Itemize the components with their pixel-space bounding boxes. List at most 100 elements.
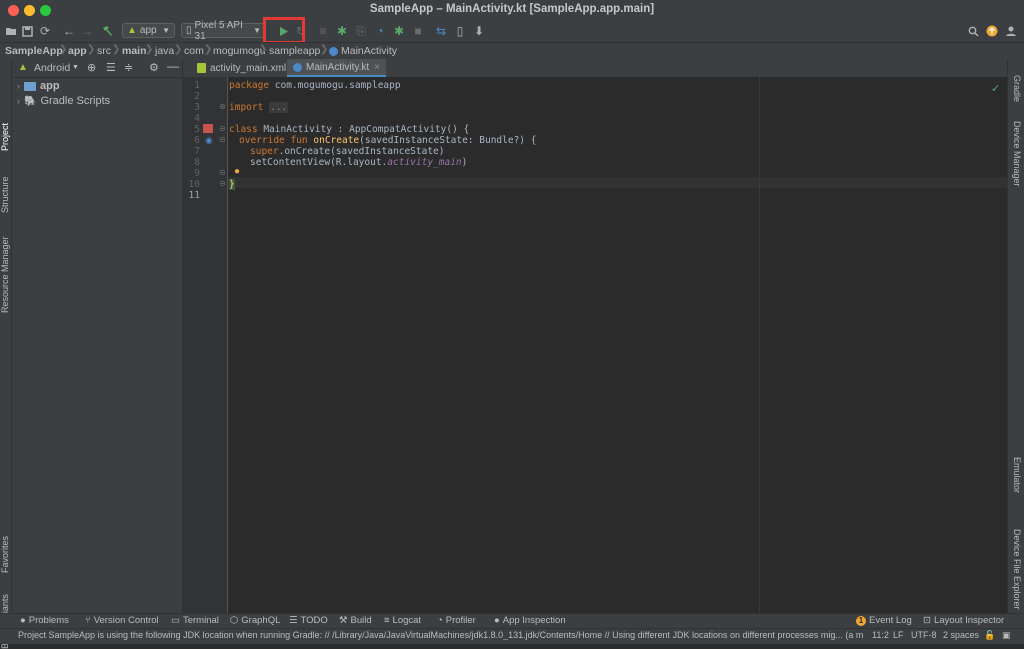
save-icon[interactable] bbox=[20, 23, 34, 39]
fold-icon[interactable]: ⊖ bbox=[219, 135, 226, 144]
device-manager-tool-button[interactable]: Device Manager bbox=[1012, 121, 1022, 187]
apply-code-changes-icon[interactable]: ≡ bbox=[316, 23, 330, 39]
status-bar: Project SampleApp is using the following… bbox=[0, 628, 1024, 644]
coverage-icon[interactable]: ✱ bbox=[392, 23, 406, 39]
fold-icon[interactable]: ⊖ bbox=[219, 124, 226, 133]
terminal-tool-button[interactable]: ▭ Terminal bbox=[171, 615, 219, 626]
breadcrumb-item[interactable]: main bbox=[122, 45, 147, 57]
code-line: override fun onCreate(savedInstanceState… bbox=[239, 135, 537, 146]
structure-tool-button[interactable]: Structure bbox=[0, 176, 10, 213]
override-gutter-icon[interactable]: ◉ bbox=[205, 135, 213, 146]
avd-manager-icon[interactable]: ▯ bbox=[453, 23, 467, 39]
fold-icon[interactable]: ⊖ bbox=[219, 168, 226, 177]
expand-all-icon[interactable]: ≑ bbox=[124, 61, 133, 74]
left-tool-strip: Project Structure Resource Manager Favor… bbox=[0, 59, 12, 649]
breadcrumb-item[interactable]: app bbox=[68, 45, 87, 57]
profile-icon[interactable]: ◔ bbox=[373, 23, 387, 39]
collapse-all-icon[interactable]: ☰ bbox=[106, 61, 116, 74]
breadcrumb-item[interactable]: java bbox=[155, 45, 174, 57]
sync-icon[interactable]: ⟳ bbox=[38, 23, 52, 39]
line-number: 4 bbox=[194, 113, 200, 124]
favorites-tool-button[interactable]: Favorites bbox=[0, 536, 10, 573]
emulator-tool-button[interactable]: Emulator bbox=[1012, 457, 1022, 493]
problems-icon: ● bbox=[20, 615, 26, 626]
line-separator[interactable]: LF bbox=[893, 630, 904, 640]
stop-icon[interactable]: ■ bbox=[411, 23, 425, 39]
resource-manager-tool-button[interactable]: Resource Manager bbox=[0, 236, 10, 313]
gear-icon[interactable]: ⚙ bbox=[149, 61, 159, 74]
memory-indicator-icon[interactable]: ▣ bbox=[1002, 630, 1011, 641]
inspection-ok-icon[interactable]: ✓ bbox=[991, 82, 1000, 95]
project-panel bbox=[12, 59, 183, 613]
app-inspection-tool-button[interactable]: ● App Inspection bbox=[494, 615, 566, 626]
bottom-tool-bar: ● Problems ⑂ Version Control ▭ Terminal ⬡ Gr… bbox=[0, 613, 1024, 629]
back-icon[interactable]: ← bbox=[62, 23, 76, 39]
locate-icon[interactable]: ⊕ bbox=[87, 61, 96, 74]
file-encoding[interactable]: UTF-8 bbox=[911, 630, 937, 640]
xml-file-icon bbox=[197, 63, 206, 73]
profiler-icon: ◔ bbox=[437, 615, 443, 626]
breadcrumb-item[interactable]: src bbox=[97, 45, 111, 57]
run-gutter-icon[interactable] bbox=[203, 124, 213, 133]
project-tool-button[interactable]: Project bbox=[0, 123, 10, 151]
breadcrumb-item[interactable]: mogumogu bbox=[213, 45, 266, 57]
chevron-down-icon: ▼ bbox=[253, 26, 261, 35]
attach-debugger-icon[interactable]: ⎘ bbox=[354, 23, 368, 39]
sdk-manager-icon[interactable]: ⬇ bbox=[472, 23, 486, 39]
problems-tool-button[interactable]: ● Problems bbox=[20, 615, 69, 626]
hammer-icon[interactable] bbox=[100, 23, 114, 39]
code-line: setContentView(R.layout.activity_main) bbox=[250, 157, 468, 168]
graphql-tool-button[interactable]: ⬡ GraphQL bbox=[230, 615, 280, 626]
tree-item-app[interactable]: › app bbox=[17, 80, 60, 92]
indent-setting[interactable]: 2 spaces bbox=[943, 630, 979, 640]
breadcrumb-item[interactable]: sampleapp bbox=[269, 45, 320, 57]
logcat-tool-button[interactable]: ≡ Logcat bbox=[384, 615, 421, 626]
avatar-icon[interactable] bbox=[1004, 23, 1018, 39]
search-icon[interactable] bbox=[966, 23, 980, 39]
version-control-tool-button[interactable]: ⑂ Version Control bbox=[85, 615, 159, 626]
update-icon[interactable] bbox=[985, 23, 999, 39]
line-number: 10 bbox=[188, 179, 200, 190]
caret-position[interactable]: 11:2 bbox=[872, 630, 889, 640]
debug-icon[interactable]: ✱ bbox=[335, 23, 349, 39]
line-number: 1 bbox=[194, 80, 200, 91]
tab-mainactivity-kt[interactable]: MainActivity.kt × bbox=[287, 59, 387, 77]
code-line: import ... bbox=[229, 102, 289, 113]
line-number: 9 bbox=[194, 168, 200, 179]
chevron-right-icon: › bbox=[17, 81, 20, 91]
todo-tool-button[interactable]: ☰ TODO bbox=[289, 615, 328, 626]
lock-icon[interactable]: 🔓 bbox=[984, 630, 995, 641]
hide-icon[interactable]: — bbox=[167, 59, 179, 73]
device-select[interactable]: ▯ Pixel 5 API 31 ▼ bbox=[181, 20, 266, 42]
window-title: SampleApp – MainActivity.kt [SampleApp.a… bbox=[369, 3, 655, 15]
gradle-tool-button[interactable]: Gradle bbox=[1012, 75, 1022, 102]
fold-icon[interactable]: ⊕ bbox=[219, 102, 226, 111]
folder-icon[interactable] bbox=[4, 23, 18, 39]
breadcrumb-item-current[interactable]: MainActivity bbox=[329, 45, 397, 57]
inspection-icon: ● bbox=[494, 615, 500, 626]
editor-tab-bar: activity_main.xml × MainActivity.kt × bbox=[183, 59, 1007, 78]
fold-icon[interactable]: ⊖ bbox=[219, 179, 226, 188]
breadcrumb-item[interactable]: com bbox=[184, 45, 204, 57]
profiler-tool-button[interactable]: ◔ Profiler bbox=[437, 615, 476, 626]
breadcrumb-item[interactable]: SampleApp bbox=[5, 45, 63, 57]
close-icon[interactable]: × bbox=[374, 62, 380, 73]
breadcrumb: SampleApp ❯ app ❯ src ❯ main ❯ java ❯ co… bbox=[0, 42, 1024, 60]
tree-item-gradle-scripts[interactable]: › 🐘 Gradle Scripts bbox=[17, 95, 110, 107]
status-message[interactable]: Project SampleApp is using the following… bbox=[18, 630, 863, 640]
lightbulb-icon[interactable]: ● bbox=[234, 166, 240, 177]
view-mode-select[interactable]: Android bbox=[34, 62, 70, 74]
build-tool-button[interactable]: ⚒ Build bbox=[339, 615, 372, 626]
forward-icon[interactable]: → bbox=[80, 23, 94, 39]
sync-gradle-icon[interactable]: ⇆ bbox=[434, 23, 448, 39]
hammer-icon: ⚒ bbox=[339, 615, 348, 626]
folded-imports[interactable]: ... bbox=[269, 102, 289, 113]
line-number: 6 bbox=[194, 135, 200, 146]
gradle-icon: 🐘 bbox=[24, 95, 37, 107]
chevron-down-icon[interactable]: ▼ bbox=[72, 64, 79, 71]
code-line: super.onCreate(savedInstanceState) bbox=[250, 146, 445, 157]
device-file-explorer-tool-button[interactable]: Device File Explorer bbox=[1012, 529, 1022, 610]
layout-inspector-tool-button[interactable]: ⊡ Layout Inspector bbox=[923, 615, 1004, 626]
run-config-select[interactable]: ▲ app ▼ bbox=[122, 23, 175, 38]
event-log-tool-button[interactable]: 1 Event Log bbox=[856, 615, 912, 626]
